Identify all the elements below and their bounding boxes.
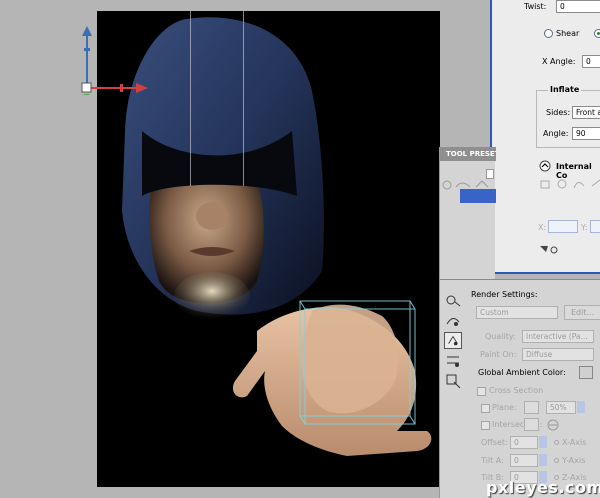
x-angle-input[interactable]: 0 — [582, 55, 600, 68]
x-axis-radio[interactable] — [554, 440, 559, 445]
plane-color-swatch[interactable] — [524, 401, 539, 414]
cross-section-checkbox[interactable] — [477, 387, 486, 396]
quality-label: Quality: — [485, 332, 516, 341]
pan-tool-icon[interactable] — [444, 332, 462, 349]
render-settings-label: Render Settings: — [471, 290, 538, 299]
twist-label: Twist: — [524, 2, 547, 11]
guide-line[interactable] — [243, 11, 244, 186]
edit-button[interactable]: Edit... — [564, 305, 600, 320]
offset-label: Offset: — [481, 438, 508, 447]
twist-input[interactable]: 0 — [556, 0, 600, 13]
cross-section-label: Cross Section — [489, 386, 544, 395]
angle-input[interactable]: 90 — [572, 127, 600, 140]
ambient-color-swatch[interactable] — [579, 366, 593, 379]
plane-label: Plane: — [492, 403, 517, 412]
bend-radio[interactable] — [594, 29, 600, 38]
y-axis-radio[interactable] — [554, 458, 559, 463]
guide-line[interactable] — [190, 11, 191, 186]
chevron-collapse-icon[interactable] — [539, 160, 551, 172]
inflate-title: Inflate — [548, 85, 582, 94]
offset-input[interactable]: 0 — [510, 436, 538, 449]
x-coordinate-label: X: — [538, 223, 547, 232]
rotate-tool-icon[interactable] — [444, 292, 462, 309]
plane-opacity-input[interactable]: 50% — [546, 401, 576, 414]
plane-checkbox[interactable] — [481, 404, 490, 413]
tool-presets-panel: TOOL PRESETS — [439, 147, 496, 279]
3d-repousse-dialog: Twist: 0 Shear X Angle: 0 Inflate Sides:… — [490, 0, 600, 274]
tool-presets-tab[interactable]: TOOL PRESETS — [440, 147, 496, 161]
tilt-a-input[interactable]: 0 — [510, 454, 538, 467]
y-coordinate-input[interactable] — [590, 220, 600, 233]
preset-icons — [442, 180, 489, 190]
angle-label: Angle: — [543, 129, 569, 138]
intersection-checkbox[interactable] — [481, 421, 490, 430]
constraint-pointer-icon[interactable] — [538, 242, 560, 256]
slide-tool-icon[interactable] — [444, 352, 462, 369]
quality-select[interactable]: Interactive (Pa... — [522, 330, 594, 343]
shear-radio[interactable] — [544, 29, 553, 38]
y-axis-label: Y-Axis — [562, 456, 586, 465]
y-coordinate-label: Y: — [581, 223, 588, 232]
plane-opacity-stepper[interactable] — [577, 401, 585, 413]
tilt-a-label: Tilt A: — [481, 456, 504, 465]
3d-axis-widget[interactable] — [78, 24, 158, 104]
offset-stepper[interactable] — [539, 436, 547, 448]
x-angle-label: X Angle: — [542, 57, 576, 66]
shear-label: Shear — [556, 29, 580, 38]
scale-tool-icon[interactable] — [444, 372, 462, 389]
render-preset-select[interactable]: Custom — [476, 306, 558, 319]
watermark: pxleyes.com — [486, 478, 600, 497]
sides-select[interactable]: Front a — [572, 106, 600, 119]
intersection-color-swatch[interactable] — [524, 418, 539, 431]
flip-cross-section-icon[interactable] — [546, 418, 560, 432]
global-ambient-color-label: Global Ambient Color: — [478, 368, 566, 377]
paint-on-label: Paint On: — [480, 350, 517, 359]
paint-on-select[interactable]: Diffuse — [522, 348, 594, 361]
roll-tool-icon[interactable] — [444, 312, 462, 329]
render-settings-panel: Render Settings: Custom Edit... Quality:… — [439, 279, 600, 498]
constraint-tools-icons[interactable] — [538, 176, 600, 192]
x-axis-label: X-Axis — [562, 438, 587, 447]
sides-label: Sides: — [546, 108, 571, 117]
tilt-a-stepper[interactable] — [539, 454, 547, 466]
x-coordinate-input[interactable] — [548, 220, 578, 233]
